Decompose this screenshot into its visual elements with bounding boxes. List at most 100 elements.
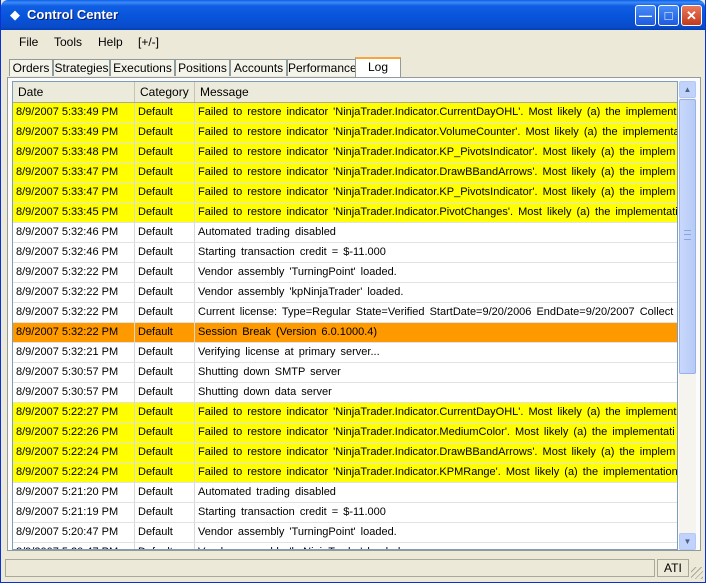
log-category-cell: Default: [135, 423, 195, 442]
log-category-cell: Default: [135, 523, 195, 542]
menu-expand-toggle[interactable]: [+/-]: [138, 35, 159, 49]
log-row[interactable]: 8/9/2007 5:32:21 PM Default Verifying lice…: [13, 343, 677, 363]
scroll-thumb[interactable]: [679, 99, 696, 374]
status-message-area: [5, 559, 655, 577]
log-date-cell: 8/9/2007 5:33:47 PM: [13, 183, 135, 202]
log-row[interactable]: 8/9/2007 5:22:24 PM Default Failed to rest…: [13, 443, 677, 463]
log-date-cell: 8/9/2007 5:21:20 PM: [13, 483, 135, 502]
tab-accounts[interactable]: Accounts: [230, 59, 287, 76]
resize-grip-icon[interactable]: [691, 567, 703, 579]
window-title: Control Center: [27, 7, 118, 22]
log-row[interactable]: 8/9/2007 5:32:22 PM Default Vendor assembl…: [13, 263, 677, 283]
log-date-cell: 8/9/2007 5:30:57 PM: [13, 363, 135, 382]
log-date-cell: 8/9/2007 5:21:19 PM: [13, 503, 135, 522]
log-date-cell: 8/9/2007 5:22:26 PM: [13, 423, 135, 442]
log-message-cell: Failed to restore indicator 'NinjaTrader…: [195, 183, 677, 202]
log-message-cell: Automated trading disabled: [195, 483, 677, 502]
column-header-message[interactable]: Message: [195, 82, 677, 102]
log-category-cell: Default: [135, 243, 195, 262]
log-category-cell: Default: [135, 143, 195, 162]
log-message-cell: Failed to restore indicator 'NinjaTrader…: [195, 403, 677, 422]
log-rows: 8/9/2007 5:33:49 PM Default Failed to rest…: [13, 103, 677, 549]
scroll-up-button[interactable]: ▲: [679, 81, 696, 98]
control-center-window: ◆ Control Center — □ ✕ File Tools Help […: [0, 0, 706, 583]
log-message-cell: Vendor assembly 'kpNinjaTrader' loaded.: [195, 283, 677, 302]
log-category-cell: Default: [135, 343, 195, 362]
log-message-cell: Failed to restore indicator 'NinjaTrader…: [195, 423, 677, 442]
log-row[interactable]: 8/9/2007 5:21:20 PM Default Automated trad…: [13, 483, 677, 503]
log-category-cell: Default: [135, 263, 195, 282]
log-date-cell: 8/9/2007 5:33:45 PM: [13, 203, 135, 222]
log-row[interactable]: 8/9/2007 5:33:48 PM Default Failed to rest…: [13, 143, 677, 163]
close-button[interactable]: ✕: [681, 5, 702, 26]
tab-positions[interactable]: Positions: [175, 59, 230, 76]
title-bar[interactable]: ◆ Control Center — □ ✕: [1, 0, 705, 30]
log-message-cell: Failed to restore indicator 'NinjaTrader…: [195, 443, 677, 462]
log-row[interactable]: 8/9/2007 5:30:57 PM Default Shutting down …: [13, 363, 677, 383]
log-row[interactable]: 8/9/2007 5:32:46 PM Default Automated trad…: [13, 223, 677, 243]
log-grid: Date Category Message 8/9/2007 5:33:49 P…: [12, 81, 678, 550]
log-row[interactable]: 8/9/2007 5:30:57 PM Default Shutting down …: [13, 383, 677, 403]
close-icon: ✕: [686, 8, 697, 23]
log-row[interactable]: 8/9/2007 5:33:45 PM Default Failed to rest…: [13, 203, 677, 223]
log-date-cell: 8/9/2007 5:32:22 PM: [13, 283, 135, 302]
log-row[interactable]: 8/9/2007 5:21:19 PM Default Starting trans…: [13, 503, 677, 523]
log-row[interactable]: 8/9/2007 5:33:49 PM Default Failed to rest…: [13, 123, 677, 143]
log-row[interactable]: 8/9/2007 5:22:26 PM Default Failed to rest…: [13, 423, 677, 443]
tab-strip: Orders Strategies Executions Positions A…: [7, 57, 699, 77]
log-message-cell: Failed to restore indicator 'NinjaTrader…: [195, 103, 677, 122]
log-row[interactable]: 8/9/2007 5:22:27 PM Default Failed to rest…: [13, 403, 677, 423]
log-row[interactable]: 8/9/2007 5:33:47 PM Default Failed to rest…: [13, 183, 677, 203]
vertical-scrollbar[interactable]: ▲ ▼: [679, 81, 696, 550]
log-category-cell: Default: [135, 403, 195, 422]
tab-performance[interactable]: Performance: [287, 59, 357, 76]
log-date-cell: 8/9/2007 5:22:24 PM: [13, 443, 135, 462]
log-row[interactable]: 8/9/2007 5:33:47 PM Default Failed to rest…: [13, 163, 677, 183]
menu-file[interactable]: File: [19, 35, 38, 49]
menu-tools[interactable]: Tools: [54, 35, 82, 49]
log-message-cell: Failed to restore indicator 'NinjaTrader…: [195, 163, 677, 182]
log-category-cell: Default: [135, 223, 195, 242]
log-header: Date Category Message: [13, 82, 677, 103]
log-date-cell: 8/9/2007 5:32:22 PM: [13, 303, 135, 322]
ati-status: ATI: [657, 559, 689, 577]
column-header-date[interactable]: Date: [13, 82, 135, 102]
diamond-icon: ◆: [10, 7, 20, 22]
log-message-cell: Vendor assembly 'kpNinjaTrader' loaded.: [195, 543, 677, 549]
log-date-cell: 8/9/2007 5:22:24 PM: [13, 463, 135, 482]
log-message-cell: Automated trading disabled: [195, 223, 677, 242]
menu-help[interactable]: Help: [98, 35, 123, 49]
tab-executions[interactable]: Executions: [110, 59, 175, 76]
minimize-icon: —: [639, 8, 652, 23]
log-message-cell: Current license: Type=Regular State=Veri…: [195, 303, 677, 322]
log-row[interactable]: 8/9/2007 5:33:49 PM Default Failed to rest…: [13, 103, 677, 123]
log-message-cell: Failed to restore indicator 'NinjaTrader…: [195, 463, 677, 482]
log-row[interactable]: 8/9/2007 5:32:22 PM Default Session Break …: [13, 323, 677, 343]
tab-orders[interactable]: Orders: [9, 59, 53, 76]
log-category-cell: Default: [135, 323, 195, 342]
tab-strategies[interactable]: Strategies: [53, 59, 110, 76]
log-date-cell: 8/9/2007 5:33:49 PM: [13, 103, 135, 122]
log-date-cell: 8/9/2007 5:33:48 PM: [13, 143, 135, 162]
scroll-down-button[interactable]: ▼: [679, 533, 696, 550]
log-message-cell: Session Break (Version 6.0.1000.4): [195, 323, 677, 342]
maximize-icon: □: [664, 8, 673, 23]
chevron-down-icon: ▼: [683, 537, 692, 546]
log-category-cell: Default: [135, 443, 195, 462]
tab-log[interactable]: Log: [355, 57, 401, 77]
log-message-cell: Starting transaction credit = $-11.000: [195, 243, 677, 262]
maximize-button[interactable]: □: [658, 5, 679, 26]
log-row[interactable]: 8/9/2007 5:32:22 PM Default Vendor assembl…: [13, 283, 677, 303]
log-row[interactable]: 8/9/2007 5:22:24 PM Default Failed to rest…: [13, 463, 677, 483]
log-row[interactable]: 8/9/2007 5:32:22 PM Default Current licens…: [13, 303, 677, 323]
log-date-cell: 8/9/2007 5:32:22 PM: [13, 263, 135, 282]
log-row[interactable]: 8/9/2007 5:32:46 PM Default Starting trans…: [13, 243, 677, 263]
log-date-cell: 8/9/2007 5:30:57 PM: [13, 383, 135, 402]
log-date-cell: 8/9/2007 5:20:47 PM: [13, 543, 135, 549]
log-row[interactable]: 8/9/2007 5:20:47 PMDefaultVendor assembl…: [13, 543, 677, 549]
column-header-category[interactable]: Category: [135, 82, 195, 102]
log-row[interactable]: 8/9/2007 5:20:47 PMDefaultVendor assembl…: [13, 523, 677, 543]
log-message-cell: Starting transaction credit = $-11.000: [195, 503, 677, 522]
minimize-button[interactable]: —: [635, 5, 656, 26]
grip-icon: [684, 230, 691, 240]
